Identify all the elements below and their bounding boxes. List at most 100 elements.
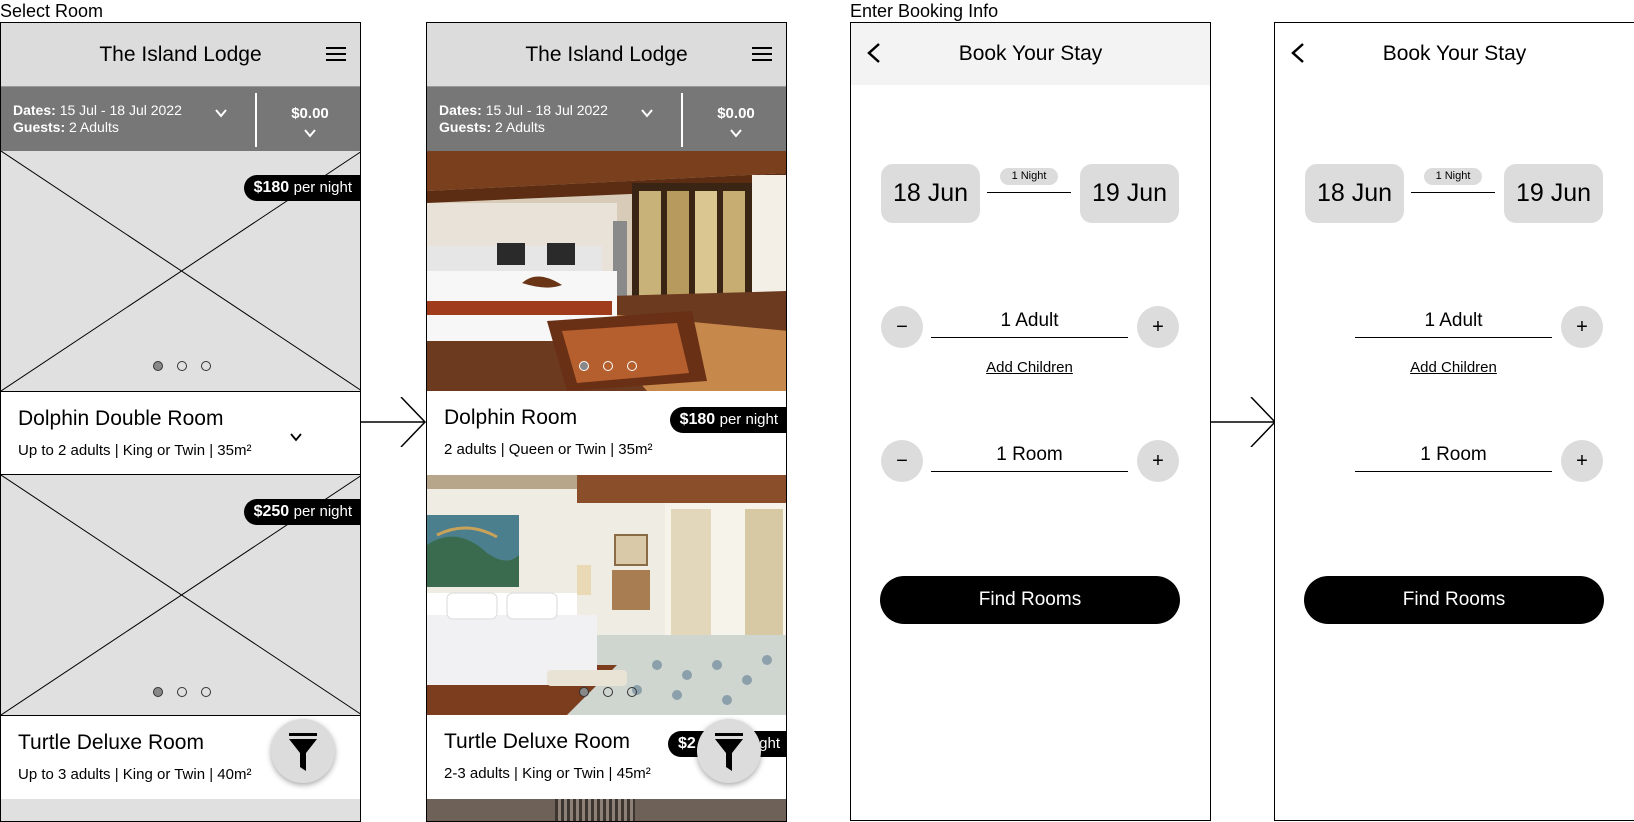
hotel-title: The Island Lodge	[525, 43, 688, 66]
carousel-dots[interactable]	[573, 687, 643, 699]
app-header: The Island Lodge	[1, 23, 360, 87]
per-night-label: per night	[293, 503, 352, 520]
price-tag: $180 per night	[669, 407, 786, 433]
filter-icon	[715, 733, 743, 771]
bedroom-photo-image	[427, 151, 786, 391]
room-name: Dolphin Room	[444, 406, 578, 429]
curtain-image	[555, 799, 635, 821]
dates-value: 15 Jul - 18 Jul 2022	[485, 102, 608, 118]
booking-header: Book Your Stay	[1275, 23, 1634, 85]
find-rooms-button[interactable]: Find Rooms	[880, 576, 1180, 624]
adults-count: 1 Adult	[931, 306, 1128, 338]
dates-guests-selector[interactable]: Dates: 15 Jul - 18 Jul 2022 Guests: 2 Ad…	[13, 102, 248, 138]
menu-icon[interactable]	[326, 47, 346, 63]
mockup-room-list-screen: The Island Lodge Dates: 15 Jul - 18 Jul …	[426, 22, 787, 822]
per-night-label: per night	[293, 179, 352, 196]
room-name: Turtle Deluxe Room	[444, 730, 630, 753]
per-night-label-partial: ght	[759, 735, 780, 752]
chevron-down-icon[interactable]	[730, 127, 742, 139]
room-details: 2 adults | Queen or Twin | 35m²	[444, 441, 653, 458]
room-card[interactable]: Dolphin Room 2 adults | Queen or Twin | …	[427, 391, 786, 475]
room-details: 2-3 adults | King or Twin | 45m²	[444, 765, 651, 782]
wireframe-room-list-screen: The Island Lodge Dates: 15 Jul - 18 Jul …	[0, 22, 361, 822]
carousel-dot[interactable]	[627, 361, 637, 371]
filter-button[interactable]	[271, 719, 335, 783]
adults-count: 1 Adult	[1355, 306, 1552, 338]
label-enter-booking-info: Enter Booking Info	[850, 1, 999, 21]
next-room-placeholder	[1, 799, 360, 821]
arrow-right-icon	[1211, 397, 1277, 447]
hotel-title: The Island Lodge	[99, 43, 262, 66]
search-summary-bar: Dates: 15 Jul - 18 Jul 2022 Guests: 2 Ad…	[427, 87, 786, 151]
carousel-dots[interactable]	[147, 361, 217, 373]
price-value: $180	[679, 411, 716, 428]
decrease-rooms-button[interactable]: −	[881, 440, 923, 482]
check-in-date[interactable]: 18 Jun	[881, 164, 980, 223]
rooms-count: 1 Room	[1355, 440, 1552, 472]
room-image-placeholder[interactable]: $250 per night	[1, 475, 360, 715]
carousel-dot[interactable]	[201, 361, 211, 371]
increase-adults-button[interactable]: +	[1137, 306, 1179, 348]
carousel-dot[interactable]	[603, 687, 613, 697]
menu-icon[interactable]	[752, 47, 772, 63]
room-photo[interactable]	[427, 151, 786, 391]
per-night-label: per night	[719, 411, 778, 428]
room-photo[interactable]	[427, 475, 786, 715]
carousel-dot[interactable]	[603, 361, 613, 371]
carousel-dot[interactable]	[579, 361, 589, 371]
increase-rooms-button[interactable]: +	[1561, 440, 1603, 482]
find-rooms-button[interactable]: Find Rooms	[1304, 576, 1604, 624]
room-card[interactable]: Dolphin Double Room Up to 2 adults | Kin…	[1, 391, 360, 475]
price-value: $250	[253, 503, 290, 520]
check-out-date[interactable]: 19 Jun	[1080, 164, 1179, 223]
nights-badge: 1 Night	[1000, 168, 1058, 185]
chevron-down-icon[interactable]	[641, 107, 653, 119]
carousel-dots[interactable]	[573, 361, 643, 373]
price-tag: $180 per night	[243, 175, 360, 201]
total-price[interactable]: $0.00	[685, 105, 786, 123]
page-title: Book Your Stay	[1382, 42, 1527, 65]
add-children-link[interactable]: Add Children	[1355, 359, 1552, 376]
add-children-link[interactable]: Add Children	[931, 359, 1128, 376]
room-details: Up to 2 adults | King or Twin | 35m²	[18, 442, 252, 459]
nights-connector	[987, 192, 1071, 193]
carousel-dot[interactable]	[153, 687, 163, 697]
chevron-down-icon[interactable]	[304, 127, 316, 139]
increase-rooms-button[interactable]: +	[1137, 440, 1179, 482]
carousel-dot[interactable]	[177, 687, 187, 697]
guests-value: 2 Adults	[69, 119, 119, 135]
guests-value: 2 Adults	[495, 119, 545, 135]
carousel-dot[interactable]	[153, 361, 163, 371]
filter-icon	[289, 733, 317, 771]
rooms-count: 1 Room	[931, 440, 1128, 472]
app-header: The Island Lodge	[427, 23, 786, 87]
booking-screen: Book Your Stay 18 Jun 1 Night 19 Jun − 1…	[850, 22, 1211, 821]
carousel-dot[interactable]	[201, 687, 211, 697]
label-select-room: Select Room	[0, 1, 104, 21]
page-title: Book Your Stay	[958, 42, 1103, 65]
chevron-down-icon[interactable]	[289, 430, 303, 444]
carousel-dot[interactable]	[627, 687, 637, 697]
carousel-dots[interactable]	[147, 687, 217, 699]
nights-connector	[1411, 192, 1495, 193]
guests-label: Guests:	[439, 119, 492, 135]
dates-label: Dates:	[439, 102, 482, 118]
divider	[681, 93, 683, 147]
filter-button[interactable]	[697, 719, 761, 783]
increase-adults-button[interactable]: +	[1561, 306, 1603, 348]
dates-guests-selector[interactable]: Dates: 15 Jul - 18 Jul 2022 Guests: 2 Ad…	[439, 102, 674, 138]
deluxe-room-photo-image	[427, 475, 786, 715]
room-image-placeholder[interactable]: $180 per night	[1, 151, 360, 391]
guests-label: Guests:	[13, 119, 66, 135]
decrease-adults-button[interactable]: −	[881, 306, 923, 348]
next-room-photo-preview	[427, 799, 786, 821]
check-out-date[interactable]: 19 Jun	[1504, 164, 1603, 223]
room-name: Dolphin Double Room	[18, 407, 224, 430]
carousel-dot[interactable]	[579, 687, 589, 697]
check-in-date[interactable]: 18 Jun	[1305, 164, 1404, 223]
chevron-down-icon[interactable]	[215, 107, 227, 119]
booking-screen-min-state: Book Your Stay 18 Jun 1 Night 19 Jun 1 A…	[1274, 22, 1634, 821]
price-tag: $250 per night	[243, 499, 360, 525]
carousel-dot[interactable]	[177, 361, 187, 371]
total-price[interactable]: $0.00	[259, 105, 360, 123]
